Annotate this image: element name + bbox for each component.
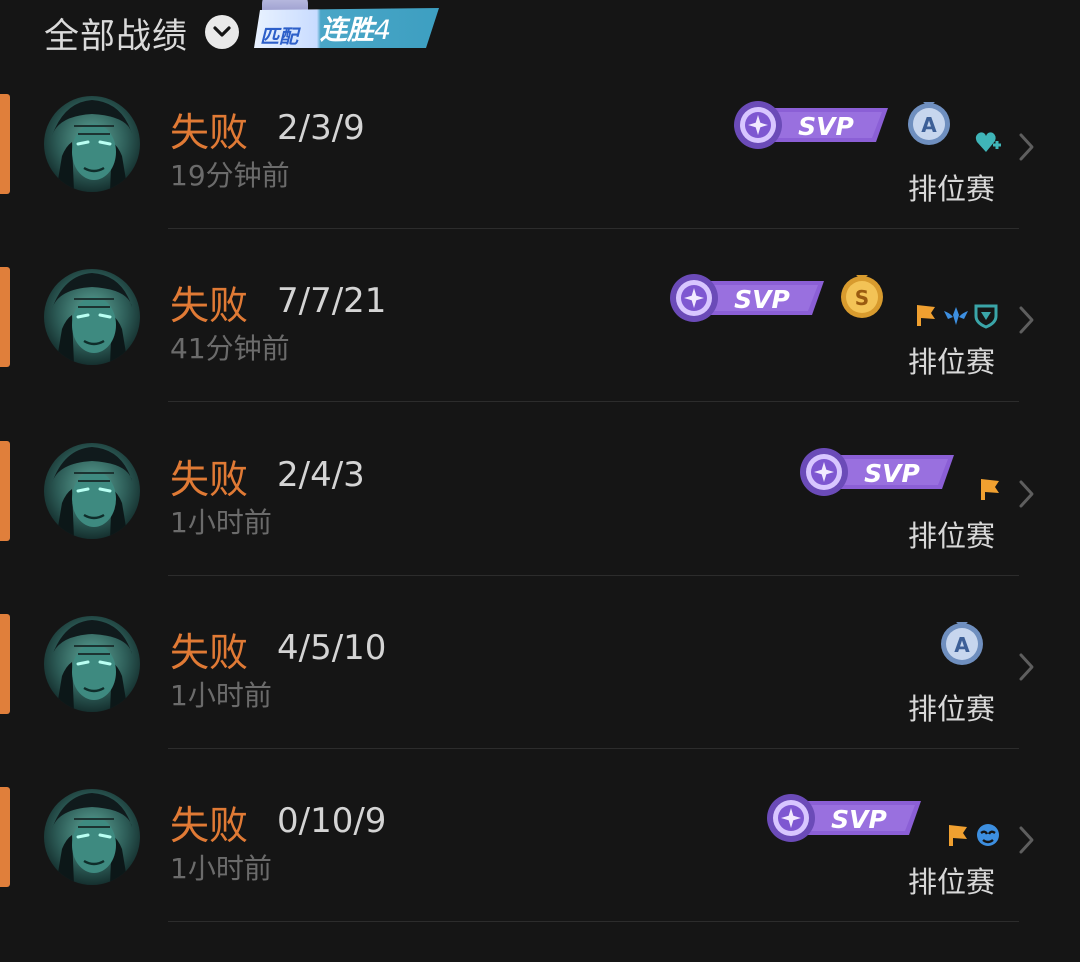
loss-accent-bar: [0, 614, 10, 714]
flag-icon: [976, 475, 1004, 503]
hero-avatar: [44, 789, 140, 885]
streak-label: 连胜4: [320, 15, 392, 46]
svp-badge: SVP: [664, 271, 828, 325]
loss-accent-bar: [0, 94, 10, 194]
medal-letter: A: [954, 633, 970, 657]
svp-badge: SVP: [728, 98, 892, 152]
match-kda: 2/4/3: [277, 455, 365, 495]
loss-accent-bar: [0, 267, 10, 367]
flag-icon: [944, 821, 972, 849]
chevron-right-icon[interactable]: [1016, 650, 1036, 684]
match-mode: 排位赛: [908, 519, 996, 553]
hero-avatar: [44, 96, 140, 192]
match-result: 失败: [170, 284, 249, 329]
match-mode: 排位赛: [908, 692, 996, 726]
chevron-right-icon[interactable]: [1016, 477, 1036, 511]
win-streak-badge: 匹配 连胜4: [252, 0, 442, 52]
match-result: 失败: [170, 458, 249, 503]
svp-label: SVP: [734, 285, 790, 314]
chevron-down-icon[interactable]: [205, 15, 239, 49]
match-kda: 7/7/21: [277, 281, 387, 321]
row-divider: [168, 228, 1019, 229]
match-time: 41分钟前: [170, 332, 290, 365]
match-time: 1小时前: [170, 506, 272, 539]
match-time: 1小时前: [170, 852, 272, 885]
loss-accent-bar: [0, 787, 10, 887]
match-result: 失败: [170, 111, 249, 156]
medal-letter: A: [921, 113, 937, 137]
match-result: 失败: [170, 631, 249, 676]
match-time: 1小时前: [170, 679, 272, 712]
streak-mode-label: 匹配: [260, 26, 299, 48]
svp-label: SVP: [864, 459, 920, 488]
row-divider: [168, 921, 1019, 922]
chevron-right-icon[interactable]: [1016, 823, 1036, 857]
flag-icon: [912, 301, 940, 329]
chevron-right-icon[interactable]: [1016, 130, 1036, 164]
hero-avatar: [44, 269, 140, 365]
match-kda: 4/5/10: [277, 628, 387, 668]
rating-medal-icon: A: [938, 618, 986, 666]
svp-badge: SVP: [794, 445, 958, 499]
svp-label: SVP: [798, 112, 854, 141]
row-divider: [168, 748, 1019, 749]
heart-plus-icon: [974, 128, 1002, 156]
hero-avatar: [44, 616, 140, 712]
match-kda: 2/3/9: [277, 108, 365, 148]
loss-accent-bar: [0, 441, 10, 541]
svp-label: SVP: [831, 805, 887, 834]
match-row[interactable]: 失败 2/4/3 1小时前 排位赛 SVP: [0, 441, 1080, 614]
match-row[interactable]: 失败 0/10/9 1小时前 排位赛 SVP: [0, 787, 1080, 960]
match-mode: 排位赛: [908, 172, 996, 206]
row-divider: [168, 401, 1019, 402]
match-mode: 排位赛: [908, 345, 996, 379]
match-row[interactable]: 失败 4/5/10 1小时前 排位赛 A: [0, 614, 1080, 787]
rating-medal-icon: A: [905, 98, 953, 146]
mask-icon: [974, 821, 1002, 849]
svp-badge: SVP: [761, 791, 925, 845]
medal-letter: S: [855, 286, 869, 310]
match-row[interactable]: 失败 2/3/9 19分钟前 排位赛 SVP A: [0, 94, 1080, 267]
chevron-right-icon[interactable]: [1016, 303, 1036, 337]
header-bar: 全部战绩 匹配 连胜4: [0, 0, 1080, 62]
match-kda: 0/10/9: [277, 801, 387, 841]
match-result: 失败: [170, 804, 249, 849]
record-filter-label[interactable]: 全部战绩: [44, 8, 188, 59]
rating-medal-icon: S: [838, 271, 886, 319]
match-mode: 排位赛: [908, 865, 996, 899]
row-divider: [168, 575, 1019, 576]
shield-icon: [972, 301, 1000, 329]
hero-avatar: [44, 443, 140, 539]
match-time: 19分钟前: [170, 159, 290, 192]
wings-icon: [942, 301, 970, 329]
streak-count: 4: [374, 15, 392, 46]
match-row[interactable]: 失败 7/7/21 41分钟前 排位赛 SVP S: [0, 267, 1080, 440]
